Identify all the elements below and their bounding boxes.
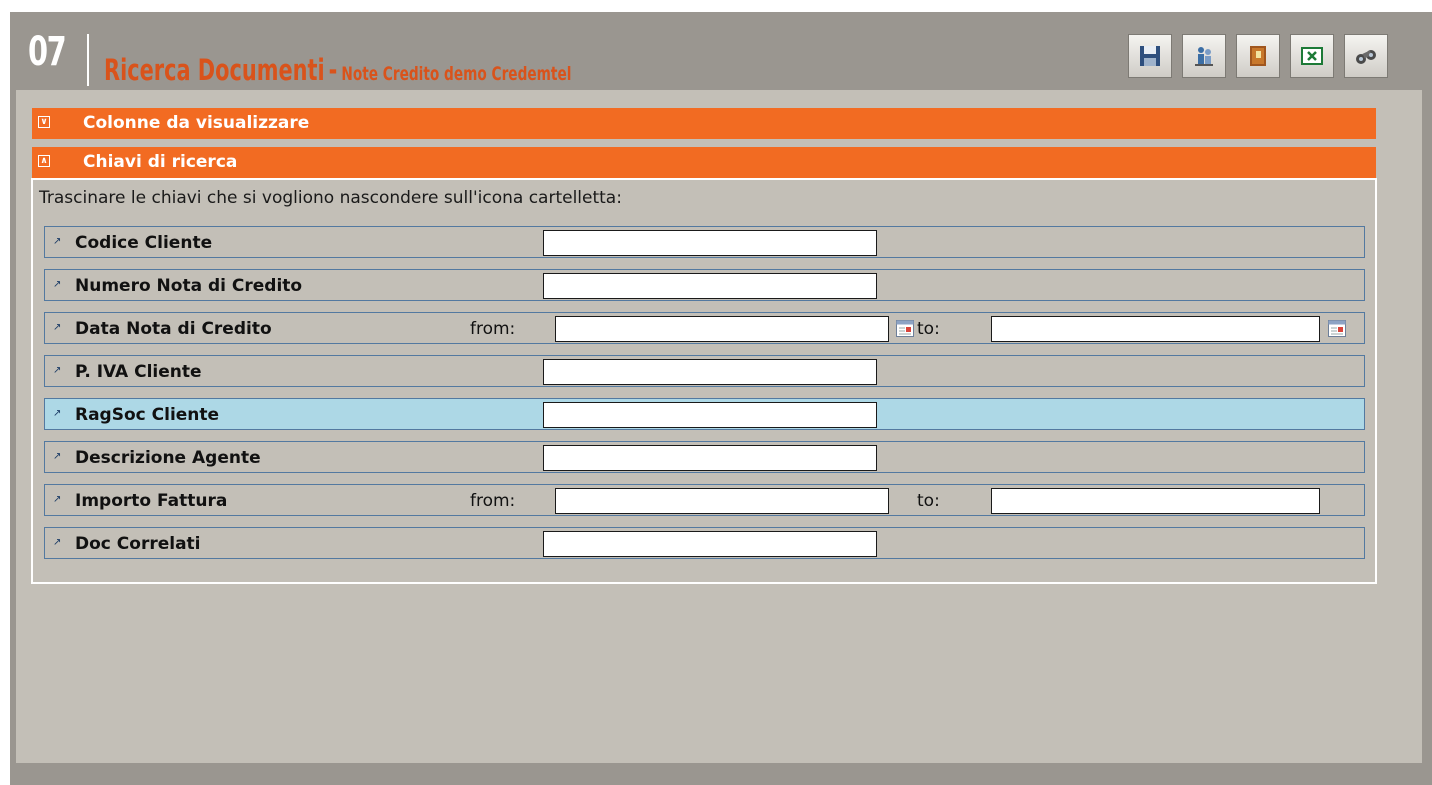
piva-cliente-input[interactable] — [543, 359, 877, 385]
from-label: from: — [470, 491, 516, 511]
to-label: to: — [917, 491, 940, 511]
calendar-icon[interactable] — [1328, 320, 1346, 337]
page-title: Ricerca Documenti - Note Credito demo Cr… — [104, 56, 571, 85]
section-search-keys-label: Chiavi di ricerca — [83, 152, 238, 172]
binoculars-icon — [1356, 50, 1376, 64]
data-nota-credito-from-input[interactable] — [555, 316, 889, 342]
page-number: 07 — [28, 29, 67, 75]
to-label: to: — [917, 319, 940, 339]
drag-handle-icon[interactable]: ↗ — [53, 280, 63, 290]
key-row-codice-cliente[interactable]: ↗ Codice Cliente — [44, 226, 1365, 258]
users-button[interactable] — [1182, 34, 1226, 78]
key-label: Numero Nota di Credito — [75, 276, 303, 296]
title-separator — [87, 34, 89, 86]
data-nota-credito-to-input[interactable] — [991, 316, 1320, 342]
importo-fattura-to-input[interactable] — [991, 488, 1320, 514]
instruction-text: Trascinare le chiavi che si vogliono nas… — [39, 188, 622, 208]
key-label: Importo Fattura — [75, 491, 228, 511]
key-row-descrizione-agente[interactable]: ↗ Descrizione Agente — [44, 441, 1365, 473]
section-search-keys-header[interactable]: ∧ Chiavi di ricerca — [32, 147, 1376, 178]
drag-handle-icon[interactable]: ↗ — [53, 452, 63, 462]
key-label: RagSoc Cliente — [75, 405, 220, 425]
key-row-importo-fattura[interactable]: ↗ Importo Fattura from: to: — [44, 484, 1365, 516]
key-row-doc-correlati[interactable]: ↗ Doc Correlati — [44, 527, 1365, 559]
title-dash: - — [328, 53, 338, 87]
from-label: from: — [470, 319, 516, 339]
drag-handle-icon[interactable]: ↗ — [53, 366, 63, 376]
expand-icon[interactable]: ∨ — [38, 116, 50, 128]
doc-correlati-input[interactable] — [543, 531, 877, 557]
drag-handle-icon[interactable]: ↗ — [53, 495, 63, 505]
binoculars-button[interactable] — [1344, 34, 1388, 78]
folder-icon — [1250, 46, 1266, 66]
save-icon — [1140, 46, 1160, 66]
title-subtitle: Note Credito demo Credemtel — [341, 63, 572, 85]
excel-button[interactable] — [1290, 34, 1334, 78]
drag-handle-icon[interactable]: ↗ — [53, 538, 63, 548]
users-icon — [1195, 47, 1213, 66]
importo-fattura-from-input[interactable] — [555, 488, 889, 514]
save-button[interactable] — [1128, 34, 1172, 78]
section-columns-label: Colonne da visualizzare — [83, 113, 310, 133]
key-row-piva-cliente[interactable]: ↗ P. IVA Cliente — [44, 355, 1365, 387]
key-row-ragsoc-cliente[interactable]: ↗ RagSoc Cliente — [44, 398, 1365, 430]
drag-handle-icon[interactable]: ↗ — [53, 237, 63, 247]
key-label: Doc Correlati — [75, 534, 201, 554]
key-label: Descrizione Agente — [75, 448, 261, 468]
key-label: Data Nota di Credito — [75, 319, 272, 339]
folder-button[interactable] — [1236, 34, 1280, 78]
key-label: Codice Cliente — [75, 233, 213, 253]
key-row-numero-nota-credito[interactable]: ↗ Numero Nota di Credito — [44, 269, 1365, 301]
numero-nota-credito-input[interactable] — [543, 273, 877, 299]
descrizione-agente-input[interactable] — [543, 445, 877, 471]
collapse-icon[interactable]: ∧ — [38, 155, 50, 167]
key-row-data-nota-credito[interactable]: ↗ Data Nota di Credito from: to: — [44, 312, 1365, 344]
title-main: Ricerca Documenti — [104, 53, 325, 87]
drag-handle-icon[interactable]: ↗ — [53, 323, 63, 333]
section-columns-header[interactable]: ∨ Colonne da visualizzare — [32, 108, 1376, 139]
calendar-icon[interactable] — [896, 320, 914, 337]
key-label: P. IVA Cliente — [75, 362, 202, 382]
excel-icon — [1301, 47, 1323, 65]
drag-handle-icon[interactable]: ↗ — [53, 409, 63, 419]
codice-cliente-input[interactable] — [543, 230, 877, 256]
ragsoc-cliente-input[interactable] — [543, 402, 877, 428]
